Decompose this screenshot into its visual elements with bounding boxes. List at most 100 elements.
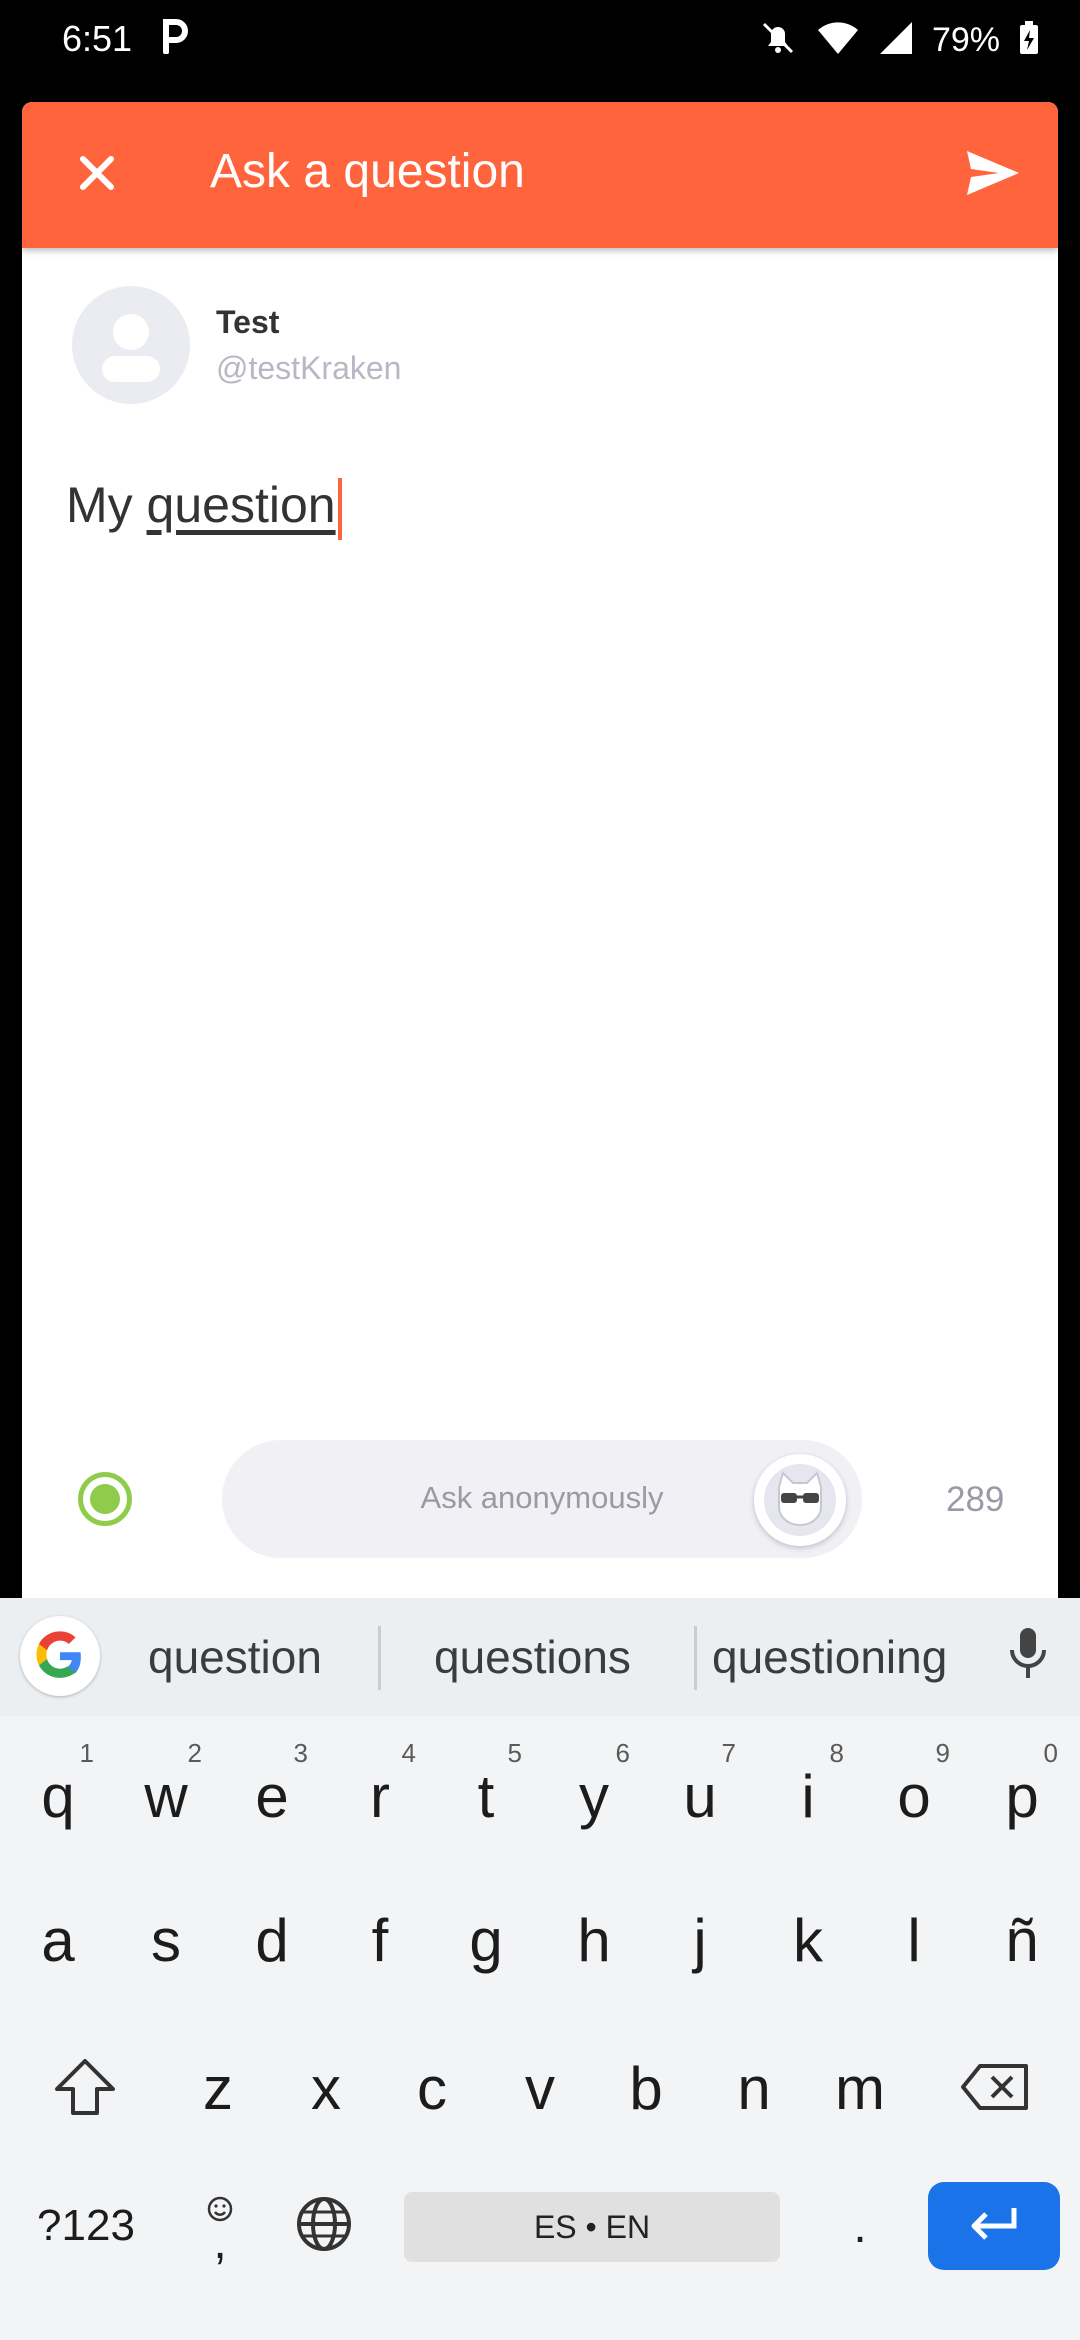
key-label: n (737, 2055, 771, 2122)
key-x[interactable]: x (276, 2018, 376, 2148)
avatar (72, 286, 190, 404)
key-l[interactable]: l (864, 1870, 964, 2000)
key-hint: 4 (401, 1738, 416, 1768)
key-m[interactable]: m (810, 2018, 910, 2148)
backspace-key[interactable] (940, 2024, 1050, 2154)
key-n[interactable]: n (704, 2018, 804, 2148)
shift-key[interactable] (30, 2024, 140, 2154)
backspace-icon (960, 2062, 1030, 2117)
user-name: Test (216, 304, 280, 340)
key-u[interactable]: u7 (650, 1726, 750, 1856)
suggestion-2[interactable]: questions (434, 1630, 631, 1684)
enter-icon (966, 2204, 1022, 2249)
key-t[interactable]: t5 (436, 1726, 536, 1856)
key-k[interactable]: k (758, 1870, 858, 2000)
key-z[interactable]: z (168, 2018, 268, 2148)
key-g[interactable]: g (436, 1870, 536, 2000)
key-r[interactable]: r4 (330, 1726, 430, 1856)
key-hint: 5 (507, 1738, 522, 1768)
key-e[interactable]: e3 (222, 1726, 322, 1856)
key-label: m (835, 2055, 885, 2122)
parking-app-icon (160, 18, 190, 59)
suggestion-strip: question questions questioning (0, 1598, 1080, 1716)
key-w[interactable]: w2 (116, 1726, 216, 1856)
key-label: c (417, 2055, 447, 2122)
language-key[interactable] (284, 2182, 364, 2270)
key-h[interactable]: h (544, 1870, 644, 2000)
key-hint: 0 (1043, 1738, 1058, 1768)
suggestion-divider (694, 1626, 697, 1690)
key-n-tilde[interactable]: ñ (972, 1870, 1072, 2000)
enter-key[interactable] (928, 2182, 1060, 2270)
key-label: u (683, 1763, 717, 1830)
radio-selected-dot (90, 1484, 120, 1514)
user-handle: @testKraken (216, 350, 402, 386)
send-button[interactable] (958, 142, 1028, 208)
comma-label: , (213, 2215, 227, 2269)
emoji-comma-key[interactable]: , (180, 2182, 260, 2270)
key-label: e (255, 1763, 289, 1830)
key-label: k (793, 1907, 823, 1974)
key-label: o (897, 1763, 931, 1830)
key-c[interactable]: c (382, 2018, 482, 2148)
page-title: Ask a question (210, 145, 525, 198)
key-label: r (370, 1763, 390, 1830)
key-i[interactable]: i8 (758, 1726, 858, 1856)
microphone-icon[interactable] (1000, 1624, 1056, 1689)
key-s[interactable]: s (116, 1870, 216, 2000)
key-hint: 9 (935, 1738, 950, 1768)
symbols-key[interactable]: ?123 (14, 2182, 158, 2270)
key-q[interactable]: q1 (8, 1726, 108, 1856)
key-label: ñ (1005, 1907, 1039, 1974)
close-icon (77, 153, 117, 198)
anonymous-radio[interactable] (78, 1472, 132, 1526)
period-key[interactable]: . (820, 2182, 900, 2270)
character-counter: 289 (946, 1480, 1005, 1519)
key-hint: 3 (293, 1738, 308, 1768)
key-label: h (577, 1907, 611, 1974)
send-icon (965, 149, 1021, 202)
key-label: d (255, 1907, 289, 1974)
anonymous-cat-icon (754, 1454, 846, 1546)
question-text: My (66, 477, 147, 533)
key-f[interactable]: f (330, 1870, 430, 2000)
suggestion-3[interactable]: questioning (712, 1630, 947, 1684)
key-a[interactable]: a (8, 1870, 108, 2000)
key-hint: 1 (79, 1738, 94, 1768)
status-bar: 6:51 79% (0, 0, 1080, 80)
key-hint: 7 (721, 1738, 736, 1768)
key-label: f (371, 1907, 389, 1974)
shift-icon (53, 2057, 117, 2122)
key-p[interactable]: p0 (972, 1726, 1072, 1856)
question-input[interactable]: My question (66, 476, 342, 540)
key-label: g (469, 1907, 503, 1974)
compose-sheet: Ask a question Test @testKraken My quest… (22, 102, 1058, 1602)
key-o[interactable]: o9 (864, 1726, 964, 1856)
key-label: q (41, 1763, 75, 1830)
key-v[interactable]: v (490, 2018, 590, 2148)
key-label: p (1005, 1763, 1039, 1830)
globe-icon (295, 2195, 353, 2258)
key-label: s (151, 1907, 181, 1974)
key-label: b (629, 2055, 663, 2122)
key-j[interactable]: j (650, 1870, 750, 2000)
mute-notifications-icon (758, 18, 798, 63)
key-label: t (477, 1763, 495, 1830)
suggestion-1[interactable]: question (148, 1630, 322, 1684)
space-bar[interactable]: ES • EN (404, 2192, 780, 2262)
key-label: a (41, 1907, 75, 1974)
key-label: l (907, 1907, 921, 1974)
google-icon[interactable] (20, 1616, 100, 1696)
key-label: j (693, 1907, 707, 1974)
key-y[interactable]: y6 (544, 1726, 644, 1856)
cell-signal-icon (878, 20, 914, 61)
key-b[interactable]: b (596, 2018, 696, 2148)
close-button[interactable] (62, 140, 132, 210)
ask-anonymously-toggle[interactable]: Ask anonymously (222, 1440, 862, 1558)
battery-percent: 79% (931, 21, 1000, 59)
key-hint: 2 (187, 1738, 202, 1768)
key-hint: 8 (829, 1738, 844, 1768)
key-label: i (801, 1763, 815, 1830)
key-d[interactable]: d (222, 1870, 322, 2000)
key-label: z (203, 2055, 233, 2122)
